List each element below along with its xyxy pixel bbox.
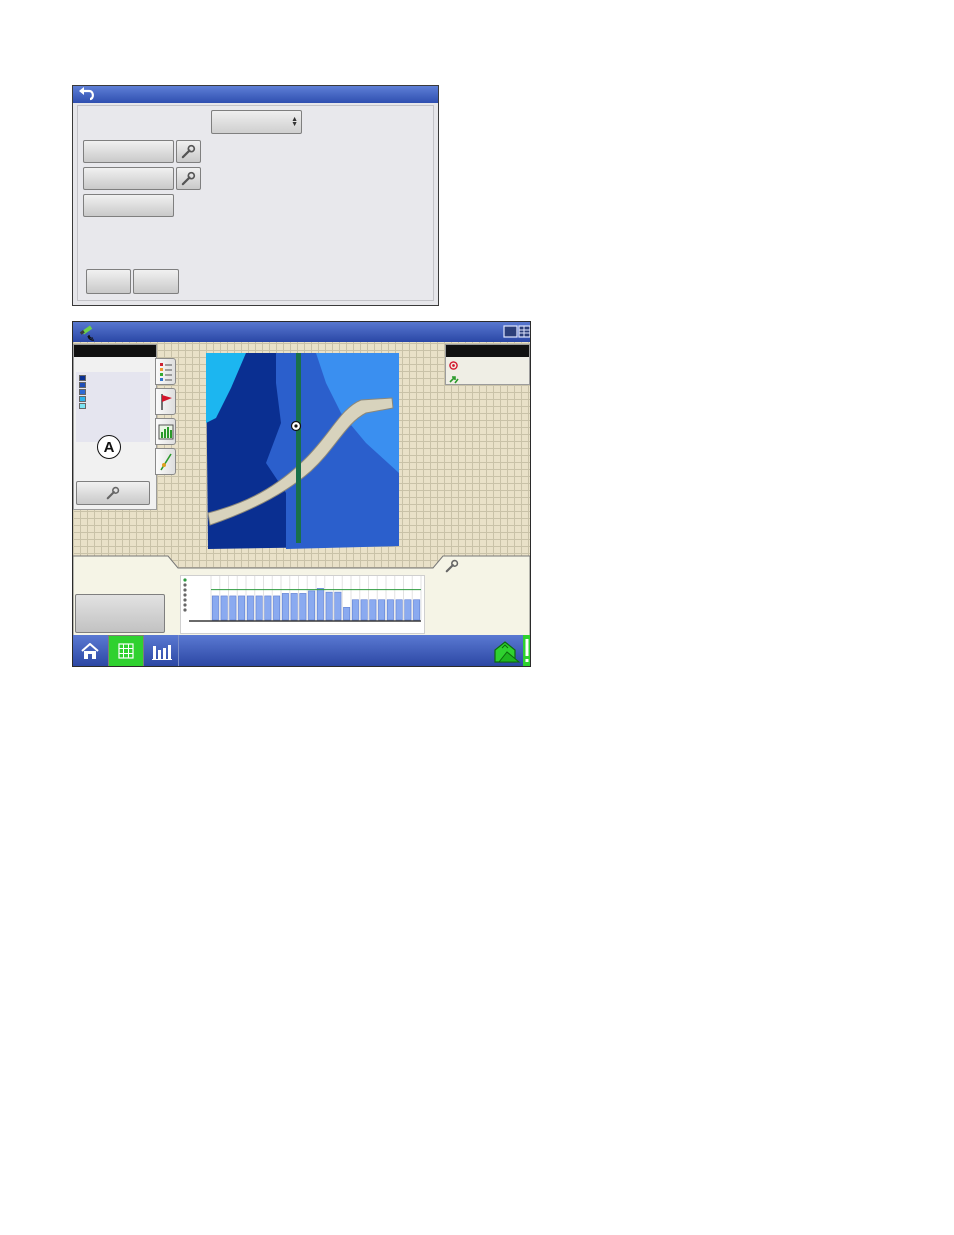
wrench-icon[interactable] — [445, 559, 459, 573]
chart-bar — [369, 599, 377, 621]
row-performance-chart — [180, 575, 425, 634]
map-view-button[interactable] — [108, 635, 144, 666]
chart-bar — [316, 588, 324, 621]
field-operation-button[interactable] — [492, 635, 522, 666]
map-grid-icon — [118, 643, 134, 659]
chart-bar — [246, 595, 254, 621]
chart-bar — [229, 595, 237, 621]
row-status-dot — [183, 583, 187, 587]
target-icon — [449, 361, 458, 370]
chart-bar — [343, 607, 351, 621]
field-house-icon — [494, 641, 521, 663]
lower-left-button[interactable] — [75, 594, 165, 633]
guidance-line — [296, 353, 301, 543]
guidance-tab[interactable] — [155, 448, 176, 475]
row-status-dot — [183, 608, 187, 612]
chart-bar — [378, 599, 386, 621]
legend-swatch — [79, 403, 86, 409]
field-chart-icon — [158, 424, 173, 439]
chart-bar — [211, 595, 219, 621]
callout-badge-label: A — [103, 438, 115, 456]
cancel-button[interactable] — [133, 269, 179, 294]
legend-panel-header — [74, 345, 156, 357]
setting-2-wrench-button[interactable] — [176, 167, 201, 190]
home-icon — [81, 642, 99, 659]
map-legend-panel: A — [73, 344, 157, 510]
dialog-title-bar — [73, 86, 438, 103]
bottom-navigation-bar — [73, 635, 530, 666]
chart-bar — [413, 599, 421, 621]
analysis-button[interactable] — [145, 635, 179, 666]
setting-button-3[interactable] — [83, 194, 174, 217]
chart-bar — [404, 599, 412, 621]
chart-bar — [334, 591, 342, 621]
chart-bar — [281, 593, 289, 621]
row-status-dot — [183, 593, 187, 597]
alert-indicator[interactable] — [523, 635, 530, 666]
back-arrow-icon[interactable] — [77, 87, 97, 102]
chart-bar — [273, 595, 281, 621]
chart-bar — [360, 599, 368, 621]
alert-icon — [525, 639, 529, 662]
flag-icon — [160, 393, 172, 410]
chart-bar — [220, 595, 228, 621]
chart-bar — [395, 599, 403, 621]
chart-bar — [238, 595, 246, 621]
row-status-dot — [183, 598, 187, 602]
chart-bar — [308, 590, 316, 621]
legend-swatch — [79, 375, 86, 381]
chart-bar — [255, 595, 263, 621]
chart-bar — [351, 599, 359, 621]
legend-swatch — [79, 396, 86, 402]
ok-button[interactable] — [86, 269, 131, 294]
gps-arrows-icon — [449, 376, 459, 384]
legend-swatch — [79, 382, 86, 388]
legend-tab[interactable] — [155, 358, 176, 385]
home-button[interactable] — [73, 635, 107, 666]
guidance-line-icon — [159, 453, 172, 470]
row-status-dot — [183, 588, 187, 592]
gps-satellite-icon[interactable] — [79, 323, 97, 341]
row-status-dot — [183, 578, 187, 582]
flag-tab[interactable] — [155, 388, 176, 415]
bar-chart-icon — [151, 644, 172, 660]
setting-1-wrench-button[interactable] — [176, 140, 201, 163]
vehicle-position-icon — [290, 420, 302, 432]
settings-dialog: ▲ ▼ — [72, 85, 439, 306]
mode-dropdown[interactable]: ▲ ▼ — [211, 110, 302, 134]
top-status-bar — [73, 322, 530, 342]
field-map — [206, 353, 399, 549]
wrench-icon — [181, 144, 196, 159]
run-screen: A — [72, 321, 531, 667]
chart-bar — [325, 591, 333, 621]
legend-swatch — [79, 389, 86, 395]
status-panel — [445, 344, 530, 385]
setting-button-2[interactable] — [83, 167, 174, 190]
chart-bar — [299, 593, 307, 621]
dialog-panel: ▲ ▼ — [77, 105, 434, 301]
legend-settings-button[interactable] — [76, 481, 150, 505]
dropdown-arrow-icon: ▲ ▼ — [291, 116, 298, 128]
legend-tab-icon — [159, 362, 172, 381]
field-chart-tab[interactable] — [155, 418, 176, 445]
callout-badge: A — [97, 435, 121, 459]
row-status-dot — [183, 603, 187, 607]
chart-bar — [386, 599, 394, 621]
row-chart-svg — [183, 576, 422, 622]
status-panel-header — [446, 345, 529, 357]
chart-bar — [264, 595, 272, 621]
wrench-icon — [181, 171, 196, 186]
wrench-icon — [106, 486, 120, 500]
chart-bar — [290, 593, 298, 621]
legend-area — [76, 372, 150, 442]
view-toggle-icon[interactable] — [503, 324, 531, 340]
setting-button-1[interactable] — [83, 140, 174, 163]
